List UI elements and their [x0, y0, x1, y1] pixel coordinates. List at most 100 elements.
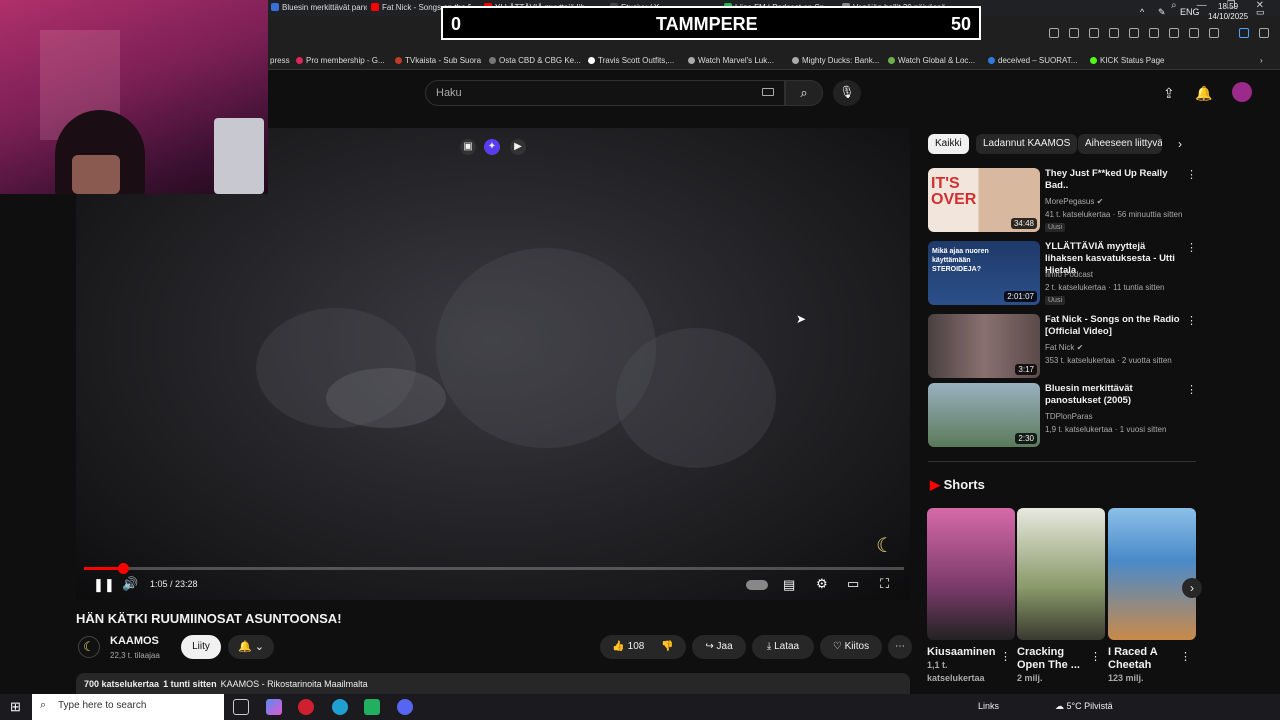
- join-button[interactable]: Liity: [181, 635, 221, 659]
- search-icon: ⌕: [40, 699, 47, 711]
- network-icon[interactable]: ✎: [1158, 7, 1166, 18]
- more-options-icon[interactable]: ⋮: [1090, 650, 1101, 663]
- links-toolbar[interactable]: Links: [978, 701, 999, 711]
- share-button[interactable]: ↪ Jaa: [692, 635, 746, 659]
- screenshot-icon[interactable]: [1069, 28, 1079, 38]
- upload-icon[interactable]: ⇪: [1163, 85, 1175, 102]
- bell-icon[interactable]: 🔔: [1195, 85, 1212, 102]
- opera-icon[interactable]: [298, 699, 314, 715]
- windows-start-icon[interactable]: ⊞: [10, 699, 21, 715]
- chip-from-channel[interactable]: Ladannut KAAMOS: [976, 134, 1078, 154]
- pause-icon[interactable]: ❚❚: [93, 577, 115, 593]
- shield-icon[interactable]: [1089, 28, 1099, 38]
- avatar[interactable]: [1232, 82, 1252, 102]
- search-input[interactable]: Haku: [425, 80, 785, 106]
- video-thumbnail[interactable]: Mikä ajaa nuoren käyttämään STEROIDEJA? …: [928, 241, 1040, 305]
- bookmark-item[interactable]: Travis Scott Outfits,...: [588, 56, 674, 65]
- chevron-right-icon[interactable]: ›: [1178, 137, 1182, 151]
- search-button[interactable]: ⌕: [785, 80, 823, 106]
- video-thumbnail[interactable]: 3:17: [928, 314, 1040, 378]
- heart-icon[interactable]: [1169, 28, 1179, 38]
- menu-icon[interactable]: [1209, 28, 1219, 38]
- ai-assistant-icon[interactable]: ✦: [484, 139, 500, 155]
- settings-icon[interactable]: ⚙: [816, 576, 828, 592]
- bookmark-item[interactable]: KICK Status Page: [1090, 56, 1164, 65]
- subscriber-count: 22,3 t. tilaajaa: [110, 651, 160, 660]
- bookmark-item[interactable]: press: [270, 56, 290, 65]
- bookmark-item[interactable]: Watch Marvel's Luk...: [688, 56, 774, 65]
- bookmark-item[interactable]: Mighty Ducks: Bank...: [792, 56, 879, 65]
- language-indicator[interactable]: ENG: [1180, 7, 1200, 17]
- recommendation-item[interactable]: Mikä ajaa nuoren käyttämään STEROIDEJA? …: [928, 241, 1198, 305]
- bookmark-item[interactable]: Pro membership - G...: [296, 56, 385, 65]
- weather-widget[interactable]: ☁ 5°C Pilvistä: [1055, 701, 1113, 712]
- miniplayer-icon[interactable]: ▣: [460, 139, 476, 155]
- bookmark-item[interactable]: deceived – SUORAT...: [988, 56, 1077, 65]
- kick-icon: [1090, 57, 1097, 64]
- short-thumbnail[interactable]: [927, 508, 1015, 640]
- skip-icon[interactable]: ▶: [510, 139, 526, 155]
- copilot-icon[interactable]: [266, 699, 282, 715]
- dislike-button[interactable]: 👎: [661, 641, 673, 652]
- translate-icon[interactable]: [1129, 28, 1139, 38]
- subtitles-icon[interactable]: ▤: [783, 577, 795, 593]
- short-thumbnail[interactable]: [1108, 508, 1196, 640]
- notifications-button[interactable]: 🔔 ⌄: [228, 635, 274, 659]
- recommendation-item[interactable]: 3:17 Fat Nick - Songs on the Radio [Offi…: [928, 314, 1198, 378]
- download-button[interactable]: ⤓ Lataa: [752, 635, 814, 659]
- more-options-icon[interactable]: ⋮: [1000, 650, 1011, 663]
- video-thumbnail[interactable]: 2:30: [928, 383, 1040, 447]
- notifications-icon[interactable]: ▭: [1256, 7, 1265, 18]
- scrubber-handle[interactable]: [117, 563, 129, 574]
- channel-avatar[interactable]: ☾: [78, 636, 100, 658]
- video-thumbnail[interactable]: IT'S OVER 34:48: [928, 168, 1040, 232]
- browser-search-icon[interactable]: ⌕: [1171, 0, 1177, 16]
- shorts-next-icon[interactable]: ›: [1182, 578, 1202, 598]
- tray-chevron-icon[interactable]: ^: [1140, 7, 1144, 17]
- progress-bar[interactable]: [84, 563, 904, 574]
- chip-all[interactable]: Kaikki: [928, 134, 969, 154]
- short-item[interactable]: Kiusaaminen 1,1 t. katselukertaa: [927, 646, 997, 685]
- short-thumbnail[interactable]: [1017, 508, 1105, 640]
- video-player[interactable]: ➤ ☾: [76, 128, 910, 600]
- download-icon[interactable]: [1189, 28, 1199, 38]
- short-item[interactable]: Cracking Open The ... 2 milj.: [1017, 646, 1089, 685]
- fullscreen-icon[interactable]: ⛶: [880, 576, 889, 592]
- clock[interactable]: 18.59 14/10/2025: [1208, 2, 1248, 22]
- app-icon[interactable]: [364, 699, 380, 715]
- more-options-icon[interactable]: ⋮: [1186, 383, 1197, 396]
- ai-icon[interactable]: [1239, 28, 1249, 38]
- bookmark-item[interactable]: TVkaista - Sub Suora: [395, 56, 481, 65]
- thanks-button[interactable]: ♡ Kiitos: [820, 635, 882, 659]
- keyboard-icon[interactable]: [762, 88, 774, 96]
- open-in-new-icon[interactable]: [1049, 28, 1059, 38]
- more-options-icon[interactable]: ⋮: [1186, 241, 1197, 254]
- more-options-icon[interactable]: ⋮: [1186, 314, 1197, 327]
- voice-search-button[interactable]: 🎙: [833, 80, 861, 106]
- more-options-icon[interactable]: ⋮: [1180, 650, 1191, 663]
- autoplay-toggle[interactable]: [746, 580, 768, 590]
- short-item[interactable]: I Raced A Cheetah 123 milj.: [1108, 646, 1178, 685]
- like-button[interactable]: 👍 108: [612, 641, 644, 652]
- volume-icon[interactable]: 🔊: [122, 576, 138, 592]
- bookmarks-overflow-icon[interactable]: ›: [1260, 56, 1263, 65]
- recommendation-item[interactable]: IT'S OVER 34:48 They Just F**ked Up Real…: [928, 168, 1198, 232]
- more-options-icon[interactable]: ⋮: [1186, 168, 1197, 181]
- edge-icon[interactable]: [332, 699, 348, 715]
- tab-bluesin[interactable]: Bluesin merkittävät panos...: [271, 3, 367, 12]
- more-actions-button[interactable]: ⋯: [888, 635, 912, 659]
- chip-related[interactable]: Aiheeseen liittyvä: [1078, 134, 1162, 154]
- theater-mode-icon[interactable]: ▭: [847, 576, 859, 592]
- channel-name[interactable]: KAAMOS: [110, 635, 159, 647]
- bookmark-item[interactable]: Osta CBD & CBG Ke...: [489, 56, 581, 65]
- thumbs-up-icon: 👍: [612, 641, 625, 652]
- play-icon[interactable]: [1149, 28, 1159, 38]
- recommendation-item[interactable]: 2:30 Bluesin merkittävät panostukset (20…: [928, 383, 1198, 447]
- wallet-icon[interactable]: [1259, 28, 1269, 38]
- progress-played: [84, 567, 123, 570]
- taskbar-search-input[interactable]: ⌕ Type here to search: [32, 694, 224, 720]
- extension-icon[interactable]: [1109, 28, 1119, 38]
- task-view-icon[interactable]: [233, 699, 249, 715]
- bookmark-item[interactable]: Watch Global & Loc...: [888, 56, 975, 65]
- discord-icon[interactable]: [397, 699, 413, 715]
